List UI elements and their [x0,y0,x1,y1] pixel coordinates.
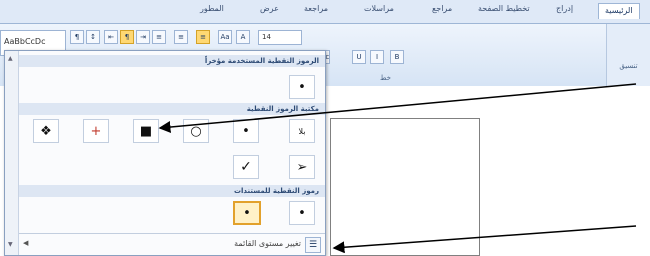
tab-references[interactable]: مراجع [432,4,452,13]
tab-page-layout[interactable]: تخطيط الصفحة [478,4,530,13]
bullet-option[interactable]: ❖ [33,119,59,143]
bullet-option[interactable]: ➢ [289,155,315,179]
change-list-level-label: تغيير مستوى القائمة [234,239,301,248]
clear-format-button[interactable]: Aa [218,30,232,44]
underline-button[interactable]: U [352,50,366,64]
document-page[interactable] [330,118,480,256]
increase-indent-button[interactable]: ⇥ [136,30,150,44]
bold-button[interactable]: B [390,50,404,64]
tab-review[interactable]: مراجعة [304,4,328,13]
multilevel-list-button[interactable]: ≡ [152,30,166,44]
submenu-arrow-icon: ◀ [23,239,29,247]
scroll-up-icon[interactable]: ▲ [8,55,13,62]
bullet-library-header: مكتبة الرموز النقطية [19,103,325,115]
tab-insert[interactable]: إدراج [556,4,573,13]
bullet-option[interactable]: ■ [133,119,159,143]
tab-home[interactable]: الرئيسية [598,3,640,19]
recent-bullets-header: الرموز النقطية المستخدمة مؤخراً [19,55,325,67]
change-list-level-row[interactable]: ◀ تغيير مستوى القائمة ☰ [19,233,325,255]
tab-view[interactable]: عرض [260,4,279,13]
font-group-label: خط [380,74,391,82]
scroll-down-icon[interactable]: ▼ [8,241,13,248]
bullet-option[interactable]: • [289,201,315,225]
grow-font-button[interactable]: A [236,30,250,44]
numbering-button[interactable]: ≡ [174,30,188,44]
bullets-button[interactable]: ≡ [196,30,210,44]
tab-developer[interactable]: المطور [200,4,224,13]
bullet-option-selected[interactable]: • [233,201,261,225]
bullet-option[interactable]: ✓ [233,155,259,179]
font-size-field[interactable]: 14 [258,30,302,45]
bullet-option[interactable]: + [83,119,109,143]
bullet-none-option[interactable]: بلا [289,119,315,143]
list-level-icon: ☰ [305,237,321,253]
ribbon-tab-bar: الرئيسية إدراج تخطيط الصفحة مراجع مراسلا… [0,0,650,24]
bullet-option[interactable]: • [289,75,315,99]
tab-mailings[interactable]: مراسلات [364,4,394,13]
bullet-option[interactable]: ○ [183,119,209,143]
bullet-library-dropdown: ▲ ▼ الرموز النقطية المستخدمة مؤخراً • مك… [4,50,326,256]
decrease-indent-button[interactable]: ⇤ [104,30,118,44]
sort-button[interactable]: ↕ [86,30,100,44]
show-marks-button[interactable]: ¶ [70,30,84,44]
dropdown-scrollbar[interactable]: ▲ ▼ [5,51,19,255]
italic-button[interactable]: I [370,50,384,64]
document-bullets-header: رموز النقطية للمستندات [19,185,325,197]
styles-group[interactable]: تنسيق [606,24,650,86]
rtl-button[interactable]: ¶ [120,30,134,44]
bullet-option[interactable]: • [233,119,259,143]
